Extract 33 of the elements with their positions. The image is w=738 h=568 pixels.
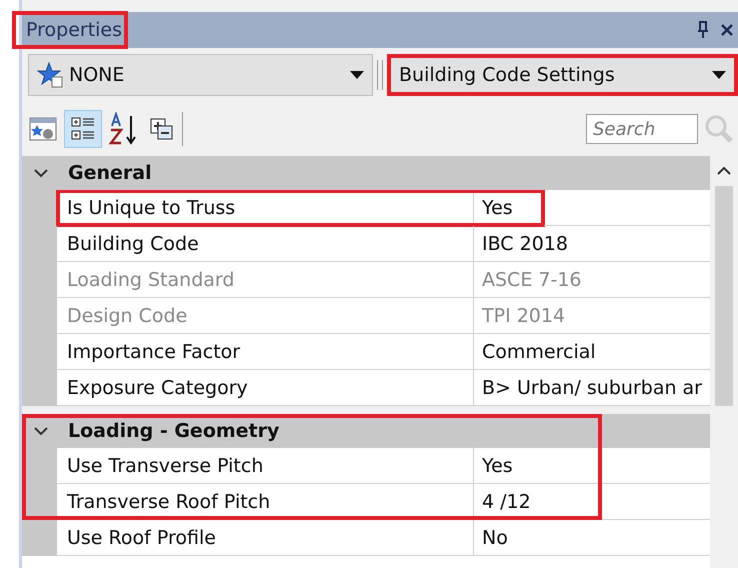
property-name: Use Transverse Pitch bbox=[57, 448, 474, 483]
property-name: Building Code bbox=[57, 226, 474, 261]
category-name: Loading - Geometry bbox=[68, 420, 280, 442]
property-value[interactable]: Yes bbox=[474, 448, 702, 483]
chevron-icon[interactable] bbox=[34, 426, 48, 436]
property-name: Use Roof Profile bbox=[57, 520, 474, 555]
property-name: Transverse Roof Pitch bbox=[57, 484, 474, 519]
property-value[interactable]: 4 /12 bbox=[474, 484, 702, 519]
property-name: Design Code bbox=[57, 298, 474, 333]
property-name: Importance Factor bbox=[57, 334, 474, 369]
pin-icon[interactable] bbox=[696, 21, 710, 39]
property-value[interactable]: IBC 2018 bbox=[474, 226, 702, 261]
property-value[interactable]: Yes bbox=[474, 190, 544, 225]
scrollbar[interactable] bbox=[710, 156, 738, 568]
category-name: General bbox=[68, 162, 152, 184]
close-icon[interactable] bbox=[720, 23, 734, 37]
property-value[interactable]: Commercial bbox=[474, 334, 702, 369]
property-name: Is Unique to Truss bbox=[57, 190, 474, 225]
categorized-icon[interactable] bbox=[64, 110, 102, 148]
selector-dropdown[interactable]: Building Code Settings bbox=[387, 54, 738, 96]
caret-icon bbox=[350, 71, 364, 79]
property-name: Exposure Category bbox=[57, 370, 474, 405]
chevron-icon[interactable] bbox=[34, 168, 48, 178]
scroll-up-icon[interactable] bbox=[717, 166, 731, 176]
selector-dropdown[interactable]: NONE bbox=[28, 54, 373, 96]
property-value[interactable]: No bbox=[474, 520, 702, 555]
category-header[interactable]: General bbox=[22, 156, 710, 190]
caret-icon bbox=[712, 71, 726, 79]
search-field[interactable]: Search bbox=[586, 114, 698, 144]
property-value[interactable]: B> Urban/ suburban ar bbox=[474, 370, 702, 405]
property-name: Loading Standard bbox=[57, 262, 474, 297]
panel-title: Properties bbox=[12, 11, 128, 49]
star-icon bbox=[37, 62, 63, 88]
